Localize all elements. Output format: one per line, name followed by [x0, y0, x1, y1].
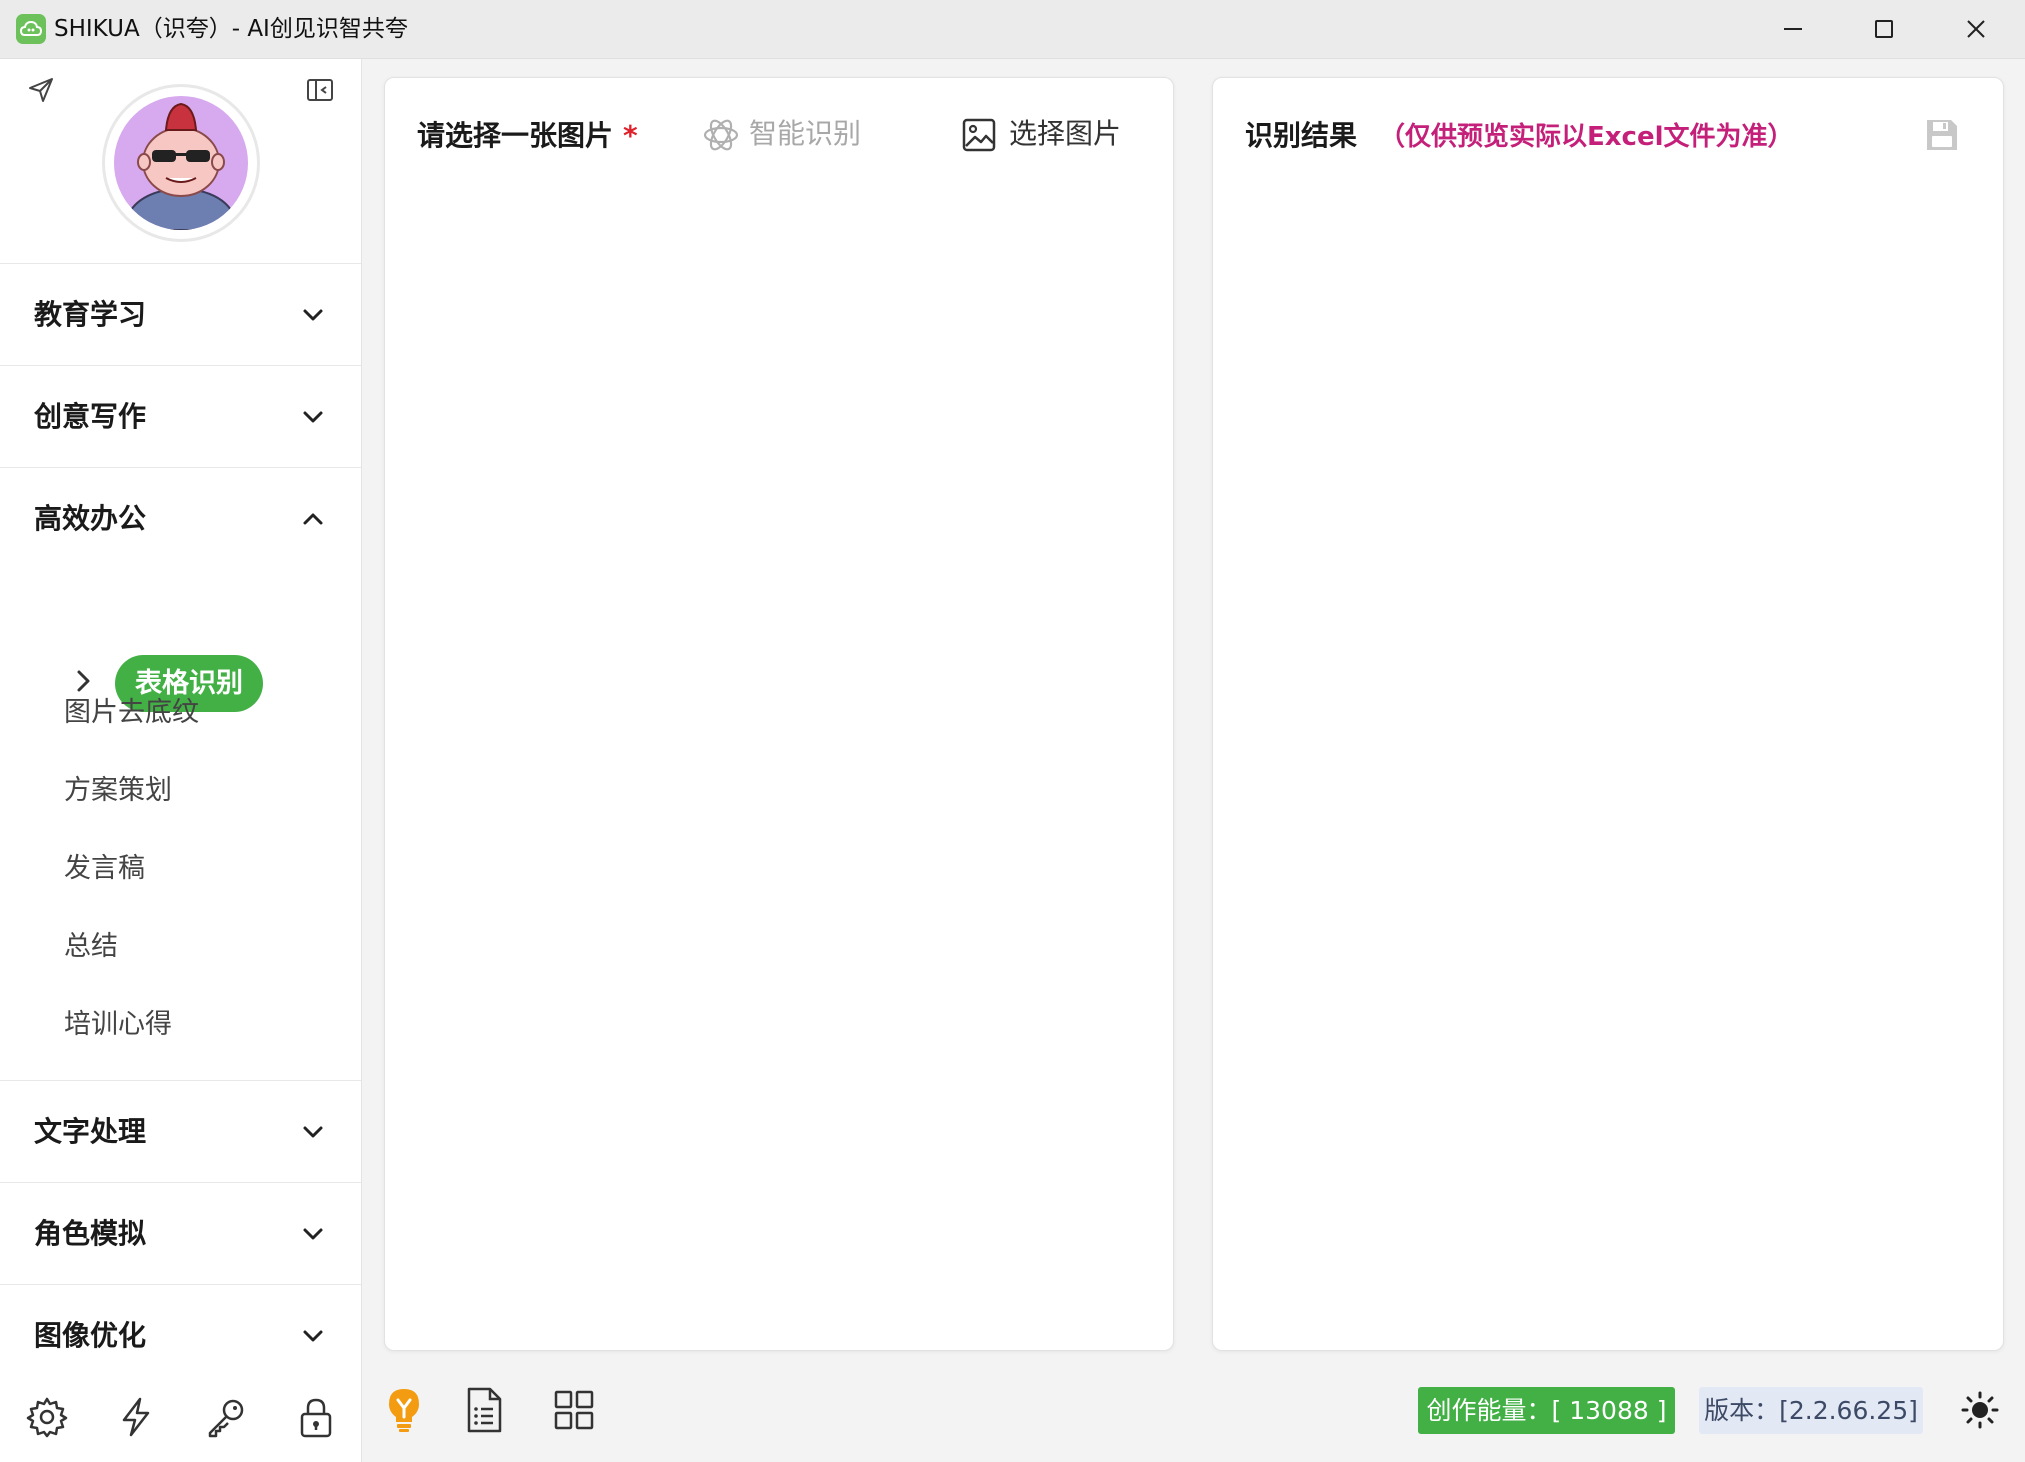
result-panel: 识别结果 （仅供预览实际以Excel文件为准） — [1212, 77, 2004, 1351]
key-icon[interactable] — [204, 1395, 248, 1439]
energy-badge: 创作能量：[ 13088 ] — [1418, 1387, 1675, 1434]
avatar[interactable] — [102, 84, 260, 242]
section-label: 高效办公 — [34, 502, 147, 535]
lock-icon[interactable] — [294, 1395, 338, 1439]
section-label: 图像优化 — [34, 1319, 147, 1352]
status-bar: 创作能量：[ 13088 ] 版本：[2.2.66.25] — [362, 1362, 2025, 1462]
sidebar-item-training[interactable]: 培训心得 — [64, 1007, 172, 1043]
panel-title: 识别结果 （仅供预览实际以Excel文件为准） — [1245, 118, 1794, 155]
document-list-icon[interactable] — [462, 1386, 506, 1434]
sidebar-item-summary[interactable]: 总结 — [64, 929, 118, 965]
section-label: 教育学习 — [34, 298, 147, 331]
lightning-icon[interactable] — [114, 1395, 158, 1439]
panel-title: 请选择一张图片 * — [417, 118, 638, 154]
result-title: 识别结果 — [1245, 119, 1358, 152]
sidebar-toolbar — [0, 1375, 361, 1462]
title-bar: SHIKUA（识夸）- AI创见识智共夸 — [0, 0, 2025, 59]
section-label: 文字处理 — [34, 1115, 147, 1148]
result-note: （仅供预览实际以Excel文件为准） — [1379, 122, 1794, 152]
sun-theme-icon[interactable] — [1960, 1390, 2000, 1430]
sidebar-item-plan[interactable]: 方案策划 — [64, 773, 172, 809]
required-mark: * — [623, 119, 638, 152]
sidebar-item-image-unshade[interactable]: 图片去底纹 — [64, 695, 199, 731]
sidebar-section-office[interactable]: 高效办公 — [0, 467, 361, 569]
send-icon[interactable] — [26, 75, 56, 105]
image-icon — [962, 118, 996, 152]
image-select-title: 请选择一张图片 — [417, 119, 614, 152]
sidebar-section-education[interactable]: 教育学习 — [0, 263, 361, 365]
chevron-down-icon — [298, 1321, 328, 1351]
gear-icon[interactable] — [25, 1395, 69, 1439]
chevron-down-icon — [298, 1219, 328, 1249]
sidebar-section-creative-writing[interactable]: 创意写作 — [0, 365, 361, 467]
image-input-panel: 请选择一张图片 * 智能识别 选择图片 — [384, 77, 1174, 1351]
maximize-button[interactable] — [1869, 14, 1899, 44]
app-logo-icon — [16, 14, 46, 44]
collapse-sidebar-icon[interactable] — [305, 75, 335, 105]
minimize-button[interactable] — [1778, 14, 1808, 44]
version-badge: 版本：[2.2.66.25] — [1699, 1387, 1923, 1434]
chevron-down-icon — [298, 1117, 328, 1147]
chevron-down-icon — [298, 402, 328, 432]
avatar-image — [114, 96, 248, 230]
sidebar: 教育学习 创意写作 高效办公 表格识别 图片去底纹 方案策划 发言稿 总结 培训… — [0, 59, 362, 1462]
sidebar-section-image-optimize[interactable]: 图像优化 — [0, 1284, 361, 1375]
lightbulb-icon[interactable] — [382, 1386, 426, 1434]
section-label: 角色模拟 — [34, 1217, 147, 1250]
ai-recognize-label: 智能识别 — [749, 117, 862, 150]
close-button[interactable] — [1961, 14, 1991, 44]
select-image-label: 选择图片 — [1009, 117, 1122, 150]
save-icon[interactable] — [1923, 116, 1961, 154]
chevron-down-icon — [298, 300, 328, 330]
window-title: SHIKUA（识夸）- AI创见识智共夸 — [54, 16, 408, 42]
grid-apps-icon[interactable] — [552, 1386, 596, 1434]
chevron-right-icon — [68, 666, 98, 696]
sidebar-section-text-processing[interactable]: 文字处理 — [0, 1080, 361, 1182]
sidebar-item-speech[interactable]: 发言稿 — [64, 851, 145, 887]
sidebar-section-role-play[interactable]: 角色模拟 — [0, 1182, 361, 1284]
openai-icon — [703, 119, 739, 151]
section-label: 创意写作 — [34, 400, 147, 433]
chevron-up-icon — [298, 504, 328, 534]
